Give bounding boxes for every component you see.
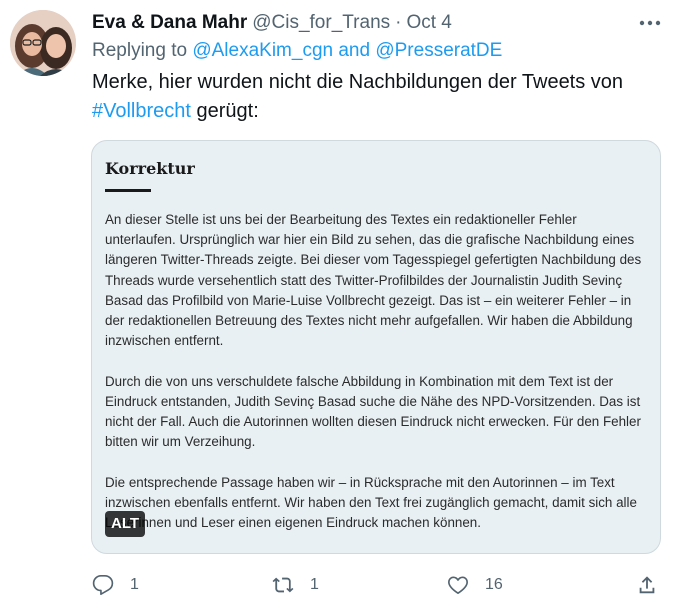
media-image[interactable]: Korrektur An dieser Stelle ist uns bei d… [91, 140, 661, 554]
correction-paragraph: Die entsprechende Passage haben wir – in… [105, 474, 637, 531]
tweet-text: Merke, hier wurden nicht die Nachbildung… [92, 68, 652, 126]
correction-body: An dieser Stelle ist uns bei der Bearbei… [105, 210, 645, 553]
replying-to: Replying to @AlexaKim_cgn and @Presserat… [92, 40, 502, 62]
user-handle[interactable]: @Cis_for_Trans [252, 12, 390, 34]
retweet-count: 1 [310, 576, 319, 593]
share-icon [639, 576, 655, 594]
tweet-text-start: Merke, hier wurden nicht die Nachbildung… [92, 71, 624, 93]
share-button[interactable] [636, 570, 658, 600]
retweet-icon [272, 577, 294, 593]
separator-dot: · [395, 12, 402, 33]
like-count: 16 [485, 576, 503, 593]
replying-to-label: Replying to [92, 40, 188, 61]
action-bar: 1 1 16 [92, 570, 662, 600]
correction-paragraph: Durch die von uns verschuldete falsche A… [105, 373, 641, 450]
heart-icon [448, 576, 468, 594]
correction-title: Korrektur [105, 159, 195, 178]
alt-text-badge[interactable]: ALT [105, 511, 146, 537]
title-underline [105, 189, 151, 192]
tweet-header: Eva & Dana Mahr @Cis_for_Trans · Oct 4 [92, 10, 664, 36]
correction-paragraph: An dieser Stelle ist uns bei der Bearbei… [105, 212, 642, 349]
avatar-photo [10, 10, 76, 76]
reply-count: 1 [130, 576, 139, 593]
like-button[interactable]: 16 [447, 570, 503, 600]
reply-mentions-link[interactable]: @AlexaKim_cgn and @PresseratDE [192, 40, 502, 61]
more-horizontal-icon [639, 20, 661, 26]
reply-button[interactable]: 1 [92, 570, 139, 600]
tweet-text-end: gerügt: [190, 100, 259, 122]
hashtag-link[interactable]: #Vollbrecht [92, 100, 191, 122]
more-button[interactable] [636, 10, 664, 36]
tweet-date[interactable]: Oct 4 [406, 12, 451, 34]
reply-bubble-icon [92, 575, 114, 595]
retweet-button[interactable]: 1 [272, 570, 319, 600]
display-name[interactable]: Eva & Dana Mahr [92, 12, 247, 34]
avatar[interactable] [10, 10, 76, 76]
